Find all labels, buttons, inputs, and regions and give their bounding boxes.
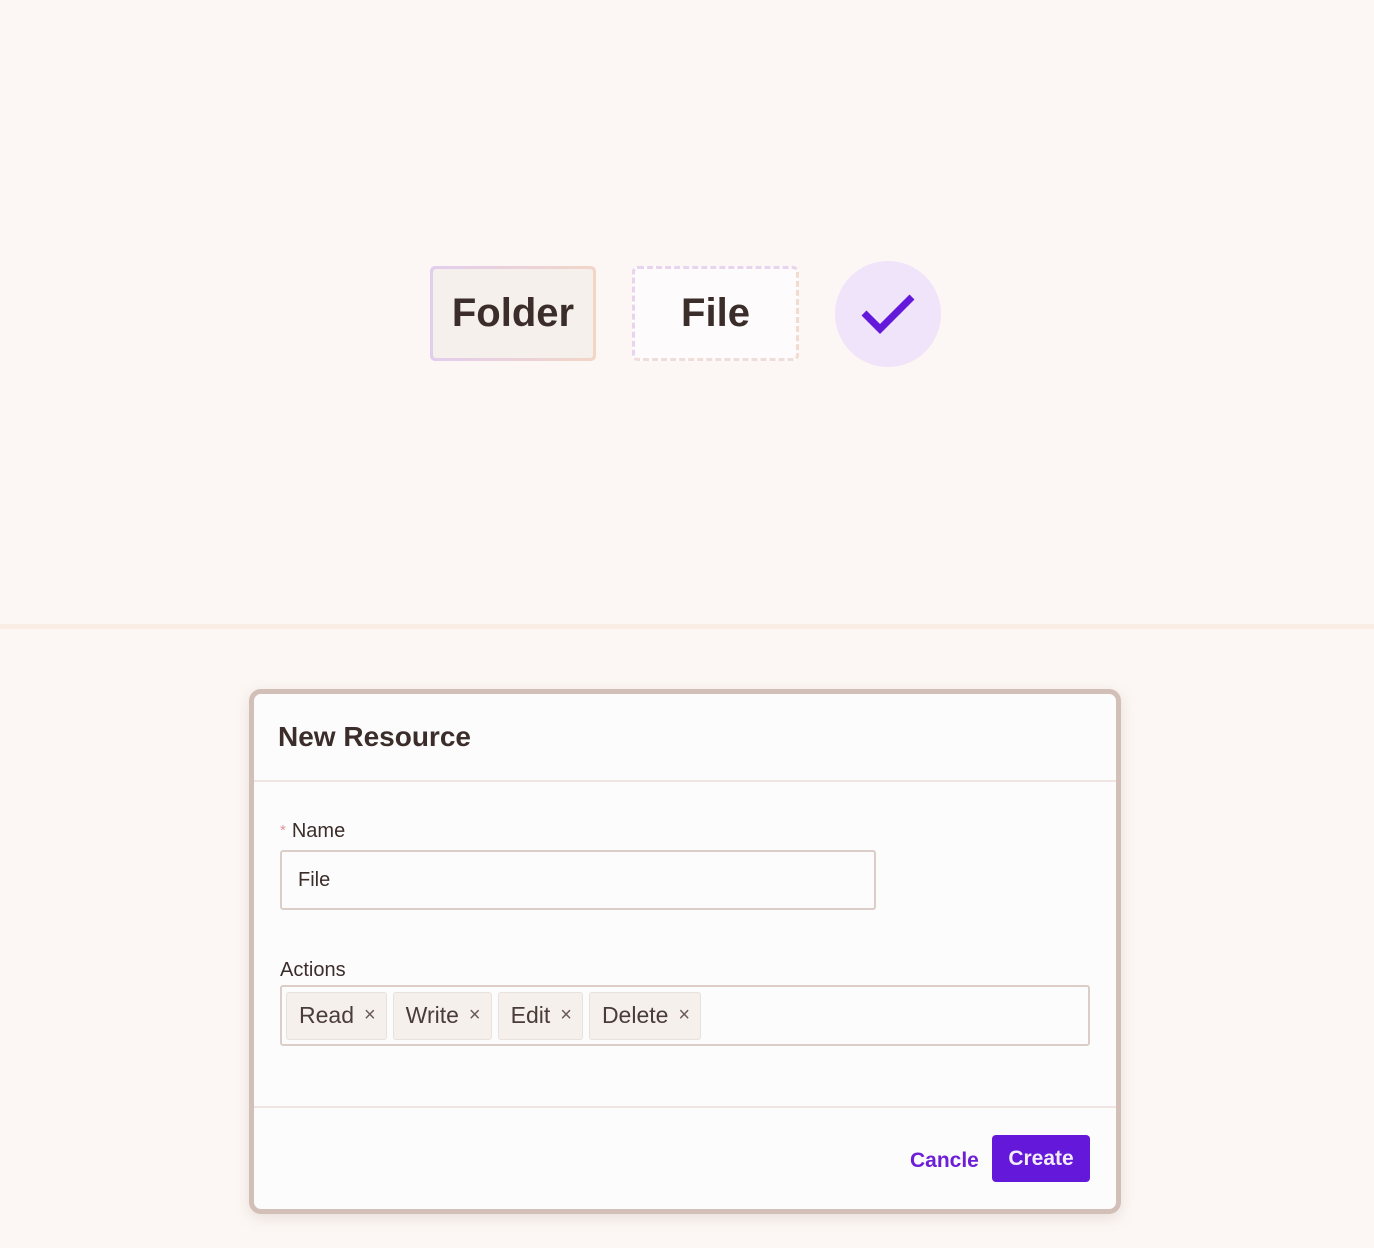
create-button[interactable]: Create (992, 1135, 1090, 1182)
actions-select[interactable]: Read × Write × Edit × Delete × (280, 985, 1090, 1046)
required-marker: * (280, 822, 286, 839)
name-label: * Name (280, 820, 345, 843)
remove-tag-icon[interactable]: × (560, 1004, 572, 1027)
tag-label: Read (299, 1002, 354, 1028)
preview-area: Folder File (0, 0, 1374, 624)
action-tag-write: Write × (392, 991, 492, 1040)
cancel-button[interactable]: Cancle (910, 1138, 979, 1184)
actions-label: Actions (280, 959, 346, 981)
folder-label: Folder (433, 269, 593, 358)
remove-tag-icon[interactable]: × (364, 1004, 376, 1027)
name-input[interactable] (280, 850, 876, 910)
dialog-title: New Resource (254, 694, 1116, 782)
folder-option[interactable]: Folder (430, 266, 596, 361)
confirm-check-button[interactable] (835, 261, 941, 367)
footer-divider (254, 1106, 1116, 1108)
tag-label: Edit (510, 1002, 551, 1028)
file-option[interactable]: File (632, 266, 799, 361)
name-label-text: Name (291, 820, 346, 842)
file-label: File (681, 291, 750, 335)
action-tag-delete: Delete × (588, 991, 702, 1040)
remove-tag-icon[interactable]: × (469, 1004, 481, 1027)
remove-tag-icon[interactable]: × (678, 1004, 690, 1027)
tag-label: Write (405, 1002, 459, 1028)
new-resource-dialog: New Resource * Name Actions Read × Write … (249, 689, 1121, 1214)
tag-label: Delete (601, 1002, 669, 1028)
checkmark-icon (861, 294, 915, 334)
action-tag-read: Read × (286, 991, 387, 1040)
action-tag-edit: Edit × (497, 991, 583, 1040)
